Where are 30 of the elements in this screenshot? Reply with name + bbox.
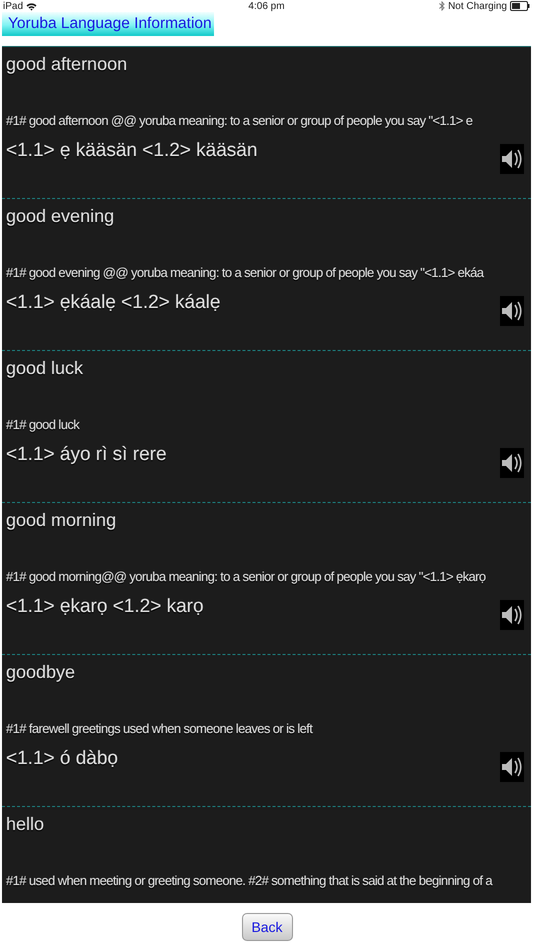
yoruba-translation: <1.1> áyo rì sì rere bbox=[6, 444, 167, 466]
yoruba-translation: <1.1> ẹ kääsän <1.2> kääsän bbox=[6, 140, 258, 162]
phrase-title[interactable]: good luck bbox=[6, 358, 84, 379]
speaker-icon[interactable] bbox=[500, 144, 524, 174]
phrase-description: #1# used when meeting or greeting someone. #2# something that is said at the beginning of a bbox=[6, 873, 494, 888]
speaker-icon[interactable] bbox=[500, 296, 524, 326]
device-name: iPad bbox=[3, 0, 24, 12]
status-time: 4:06 pm bbox=[248, 0, 285, 12]
back-button[interactable]: Back bbox=[242, 912, 292, 940]
phrase-description: #1# farewell greetings used when someone leaves or is left bbox=[6, 721, 314, 736]
phrase-description: #1# good luck bbox=[6, 417, 81, 432]
speaker-icon[interactable] bbox=[500, 600, 524, 630]
phrase-title[interactable]: good afternoon bbox=[6, 54, 128, 75]
speaker-icon[interactable] bbox=[500, 448, 524, 478]
battery-icon bbox=[510, 1, 530, 11]
yoruba-translation: <1.1> ẹkarọ <1.2> karọ bbox=[6, 596, 204, 618]
phrase-title[interactable]: good evening bbox=[6, 206, 114, 227]
phrase-description: #1# good afternoon @@ yoruba meaning: to a senior or group of people you say "<1.1> e bbox=[6, 113, 474, 128]
wifi-icon bbox=[26, 2, 38, 10]
speaker-icon[interactable] bbox=[500, 752, 524, 782]
battery-status: Not Charging bbox=[448, 0, 507, 12]
phrase-description: #1# good morning@@ yoruba meaning: to a senior or group of people you say "<1.1> ẹkarọ bbox=[6, 569, 487, 584]
yoruba-translation: <1.1> ẹkáalẹ <1.2> káalẹ bbox=[6, 292, 220, 314]
phrase-description: #1# good evening @@ yoruba meaning: to a senior or group of people you say "<1.1> ekáa bbox=[6, 265, 485, 280]
phrase-title[interactable]: good morning bbox=[6, 510, 116, 531]
bluetooth-icon bbox=[439, 1, 446, 11]
phrase-title[interactable]: hello bbox=[6, 814, 44, 835]
app-title: Yoruba Language Information bbox=[2, 12, 214, 36]
yoruba-translation: <1.1> ó dàbọ bbox=[6, 748, 118, 770]
phrase-title[interactable]: goodbye bbox=[6, 662, 76, 683]
